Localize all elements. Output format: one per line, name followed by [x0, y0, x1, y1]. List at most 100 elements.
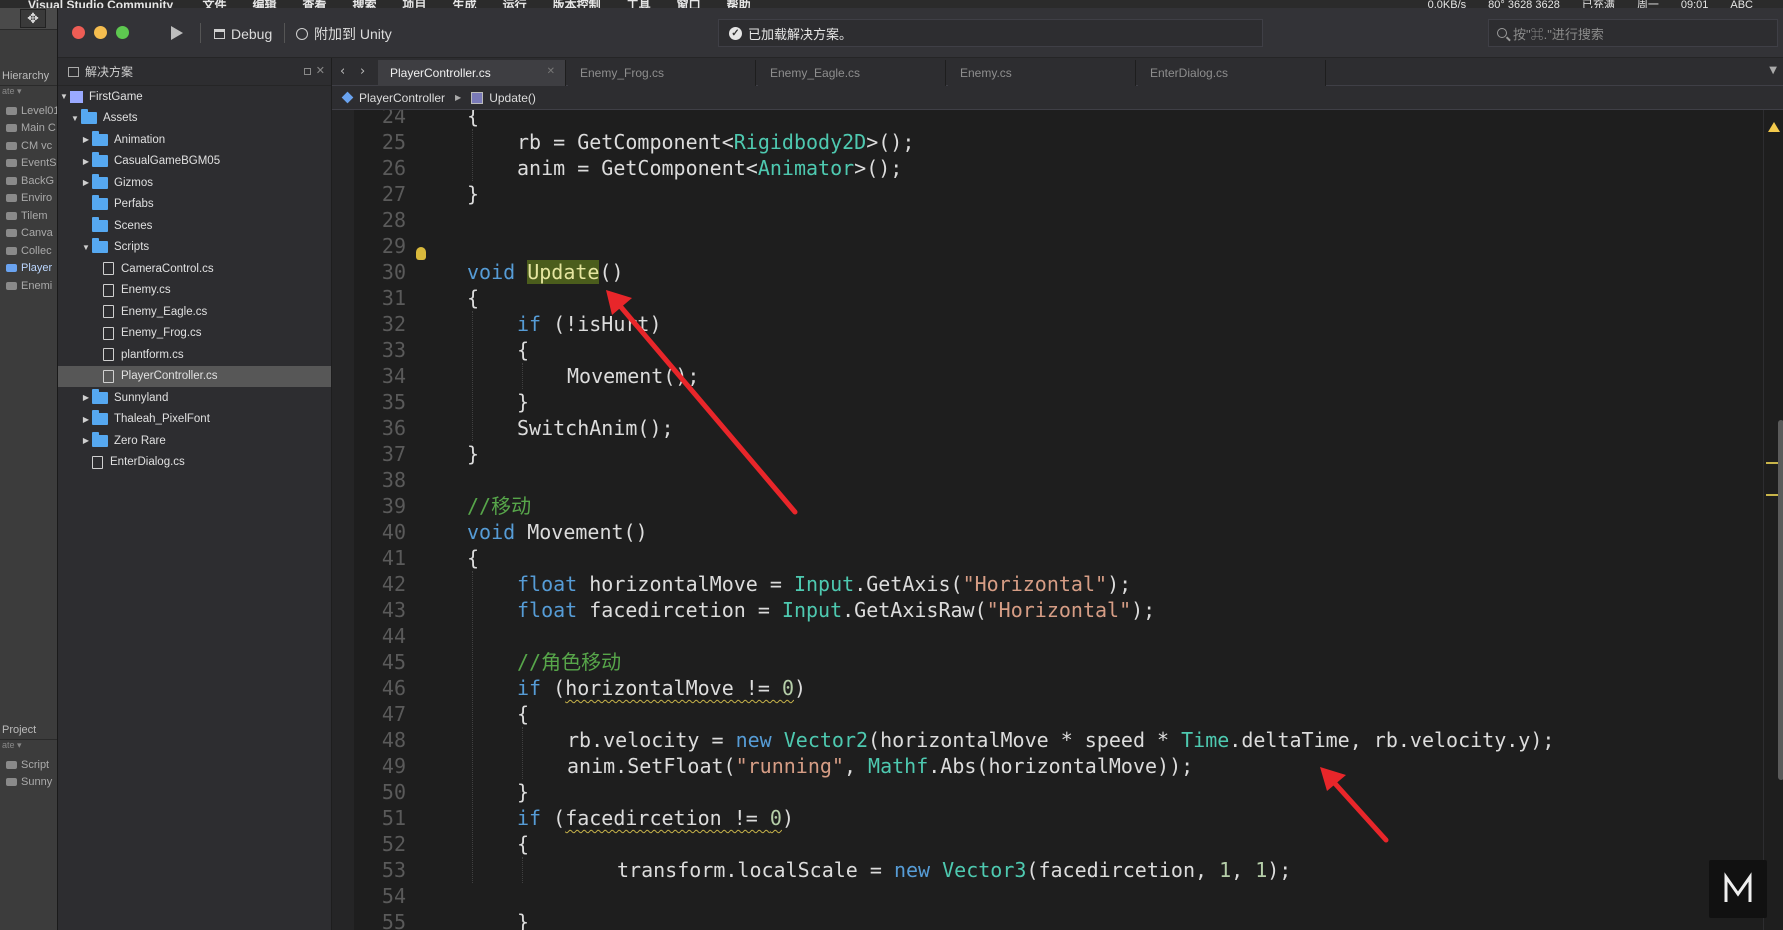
menubar-item[interactable]: 帮助 [727, 0, 751, 8]
chevron-right-icon[interactable]: ▶ [80, 415, 92, 424]
code-line[interactable]: 54 [332, 883, 1783, 909]
code-line[interactable]: 48 rb.velocity = new Vector2(horizontalMo… [332, 727, 1783, 753]
code-line[interactable]: 51 if (facedircetion != 0) [332, 805, 1783, 831]
configuration-selector[interactable]: Debug [214, 23, 272, 45]
run-button[interactable] [164, 21, 190, 45]
menubar-item[interactable]: 生成 [453, 0, 477, 8]
code-line[interactable]: 45 //角色移动 [332, 649, 1783, 675]
code-line[interactable]: 30 void Update() [332, 259, 1783, 285]
chevron-right-icon[interactable]: ▶ [80, 436, 92, 445]
editor-tab[interactable]: EnterDialog.cs [1138, 60, 1326, 86]
tree-row-folder[interactable]: ▶ CasualGameBGM05 [58, 151, 331, 173]
code-line[interactable]: 29 [332, 233, 1783, 259]
code-line[interactable]: 28 [332, 207, 1783, 233]
code-line[interactable]: 44 [332, 623, 1783, 649]
nav-back-icon[interactable]: ‹ [340, 64, 345, 79]
scrollbar-thumb[interactable] [1778, 420, 1783, 780]
editor-tab[interactable]: Enemy_Eagle.cs [758, 60, 946, 86]
window-zoom-button[interactable] [116, 26, 129, 39]
chevron-down-icon[interactable]: ▼ [69, 114, 81, 123]
close-icon[interactable]: ✕ [547, 66, 555, 77]
code-line[interactable]: 42 float horizontalMove = Input.GetAxis("… [332, 571, 1783, 597]
pin-icon[interactable] [304, 68, 311, 75]
code-line[interactable]: 49 anim.SetFloat("running", Mathf.Abs(hor… [332, 753, 1783, 779]
unity-object-row[interactable]: Player [0, 260, 57, 278]
code-line[interactable]: 35} [332, 389, 1783, 415]
window-minimize-button[interactable] [94, 26, 107, 39]
close-icon[interactable]: ✕ [316, 64, 325, 77]
unity-project-row[interactable]: Script [0, 756, 57, 774]
tree-row-folder[interactable]: ▶ Gizmos [58, 172, 331, 194]
unity-object-row[interactable]: Collec [0, 242, 57, 260]
breadcrumb-class[interactable]: PlayerController [359, 91, 445, 105]
code-line[interactable]: 47 { [332, 701, 1783, 727]
unity-object-row[interactable]: Tilem [0, 207, 57, 225]
code-line[interactable]: 37} [332, 441, 1783, 467]
code-line[interactable]: 41 { [332, 545, 1783, 571]
tree-row-folder[interactable]: ▼ Scripts [58, 237, 331, 259]
menubar-item[interactable]: 查看 [303, 0, 327, 8]
unity-object-row[interactable]: Enemi [0, 277, 57, 295]
editor-tab[interactable]: Enemy_Frog.cs [568, 60, 756, 86]
code-line[interactable]: 26 anim = GetComponent<Animator>(); [332, 155, 1783, 181]
code-line[interactable]: 24 { [332, 110, 1783, 129]
tree-row-folder[interactable]: ▶ Sunnyland [58, 387, 331, 409]
tree-row-solution-root[interactable]: ▼ FirstGame [58, 86, 331, 108]
code-line[interactable]: 36 SwitchAnim(); [332, 415, 1783, 441]
unity-project-create[interactable]: ate ▾ [0, 740, 57, 756]
tree-row-file[interactable]: Enemy_Eagle.cs [58, 301, 331, 323]
tree-row-file[interactable]: CameraControl.cs [58, 258, 331, 280]
code-line[interactable]: 40 void Movement() [332, 519, 1783, 545]
editor-tab[interactable]: PlayerController.cs ✕ [378, 60, 566, 86]
chevron-right-icon[interactable]: ▶ [80, 157, 92, 166]
unity-object-row[interactable]: Canva [0, 225, 57, 243]
tree-row-folder[interactable]: Perfabs [58, 194, 331, 216]
menubar-item[interactable]: 版本控制 [553, 0, 601, 8]
code-line[interactable]: 32 if (!isHurt) [332, 311, 1783, 337]
code-line[interactable]: 50} [332, 779, 1783, 805]
code-line[interactable]: 27} [332, 181, 1783, 207]
code-line[interactable]: 34 Movement(); [332, 363, 1783, 389]
tree-row-file[interactable]: plantform.cs [58, 344, 331, 366]
tree-row-file[interactable]: EnterDialog.cs [58, 452, 331, 474]
attach-to-unity-button[interactable]: 附加到 Unity [296, 23, 392, 45]
search-input[interactable]: 按"⌘."进行搜索 [1488, 19, 1778, 47]
unity-object-row[interactable]: EventS [0, 155, 57, 173]
code-text-area[interactable]: 24{25 rb = GetComponent<Rigidbody2D>(); 26… [332, 110, 1783, 930]
tab-overflow-icon[interactable]: ▼ [1769, 65, 1777, 76]
tree-row-folder[interactable]: ▶ Thaleah_PixelFont [58, 409, 331, 431]
code-line[interactable]: 25 rb = GetComponent<Rigidbody2D>(); [332, 129, 1783, 155]
lightbulb-icon[interactable] [416, 247, 426, 260]
tree-row-file[interactable]: Enemy_Frog.cs [58, 323, 331, 345]
move-tool-icon[interactable]: ✥ [20, 9, 46, 28]
code-line[interactable]: 31 { [332, 285, 1783, 311]
warning-icon[interactable] [1768, 122, 1780, 132]
code-line[interactable]: 38 [332, 467, 1783, 493]
menubar-item[interactable]: 窗口 [677, 0, 701, 8]
breadcrumb-method[interactable]: Update() [489, 91, 536, 105]
menubar-app-name[interactable]: Visual Studio Community [28, 0, 173, 8]
unity-object-row[interactable]: Enviro [0, 190, 57, 208]
code-line[interactable]: 46 if (horizontalMove != 0) [332, 675, 1783, 701]
menubar-item[interactable]: 项目 [403, 0, 427, 8]
code-line[interactable]: 33 { [332, 337, 1783, 363]
unity-project-row[interactable]: Sunny [0, 774, 57, 792]
code-line[interactable]: 52 { [332, 831, 1783, 857]
code-line[interactable]: 55} [332, 909, 1783, 930]
tree-row-folder[interactable]: ▶ Zero Rare [58, 430, 331, 452]
unity-hierarchy-create[interactable]: ate ▾ [0, 86, 57, 102]
unity-object-row[interactable]: CM vc [0, 137, 57, 155]
window-close-button[interactable] [72, 26, 85, 39]
chevron-down-icon[interactable]: ▼ [58, 92, 70, 101]
tree-row-file[interactable]: Enemy.cs [58, 280, 331, 302]
code-line[interactable]: 53 transform.localScale = new Vector3(fac… [332, 857, 1783, 883]
chevron-down-icon[interactable]: ▼ [80, 243, 92, 252]
chevron-right-icon[interactable]: ▶ [80, 393, 92, 402]
tree-row-folder[interactable]: Scenes [58, 215, 331, 237]
vertical-scrollbar[interactable] [1763, 110, 1783, 930]
tree-row-folder[interactable]: ▶ Animation [58, 129, 331, 151]
nav-forward-icon[interactable]: › [360, 64, 365, 79]
chevron-right-icon[interactable]: ▶ [80, 135, 92, 144]
unity-object-row[interactable]: BackG [0, 172, 57, 190]
menubar-menu-list[interactable]: 文件 编辑 查看 搜索 项目 生成 运行 版本控制 工具 窗口 帮助 [202, 0, 776, 8]
